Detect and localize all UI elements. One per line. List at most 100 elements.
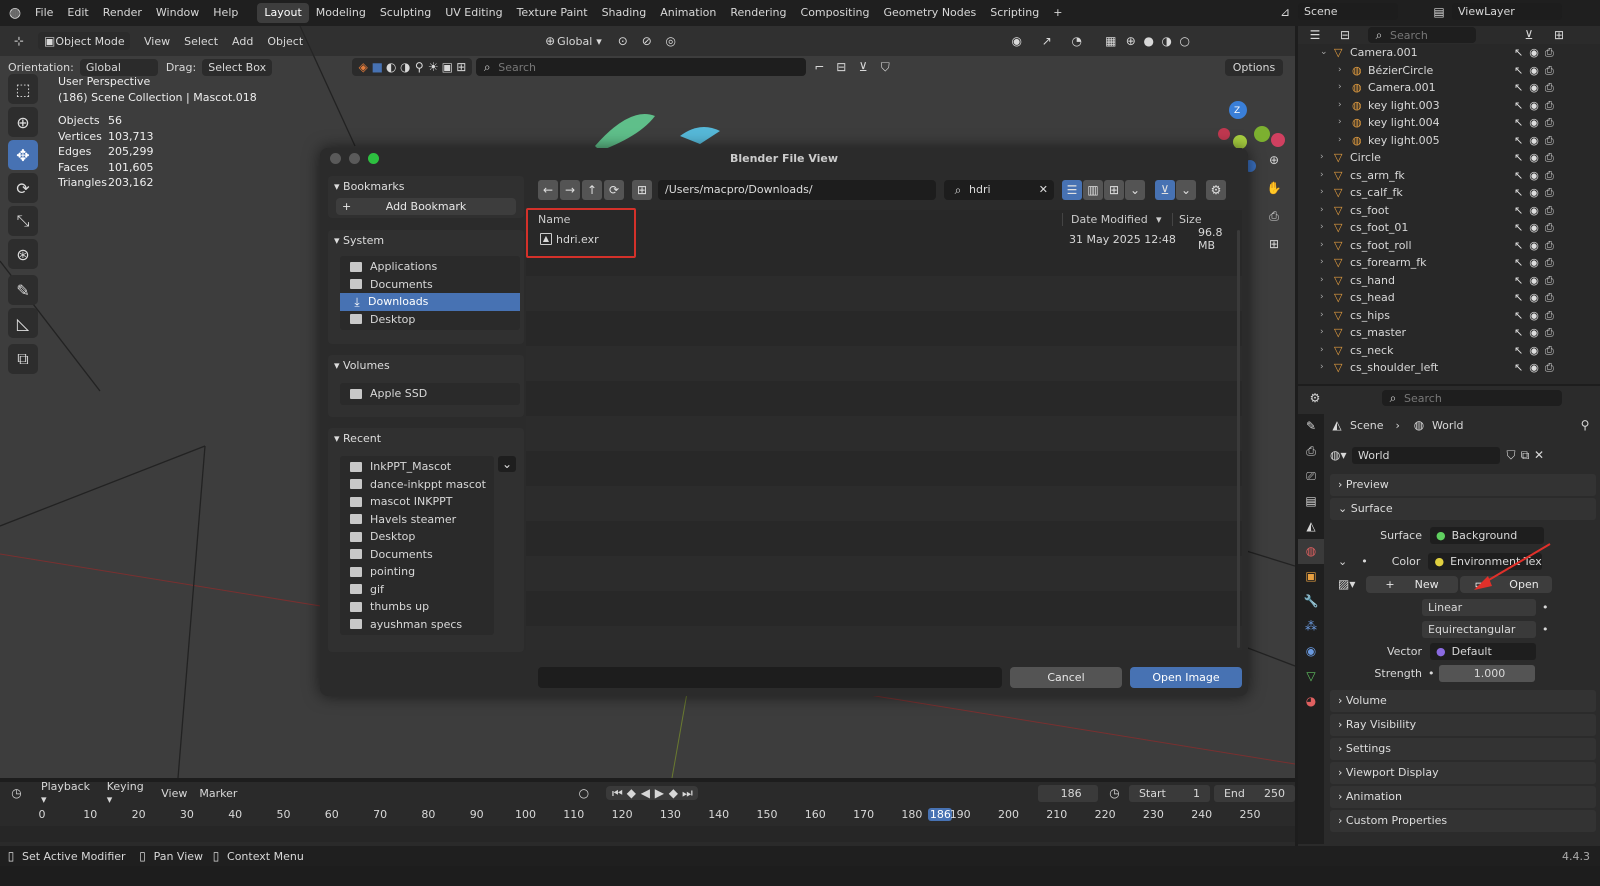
tab-animation[interactable]: Animation bbox=[653, 0, 723, 26]
volume-panel[interactable]: › Volume bbox=[1330, 690, 1596, 712]
modifier-tab-icon[interactable]: 🔧 bbox=[1298, 589, 1324, 614]
outliner-search[interactable]: ⌕ Search bbox=[1368, 27, 1476, 43]
tab-shading[interactable]: Shading bbox=[595, 0, 654, 26]
visibility-toggles-icon[interactable]: ↖◉⎙ bbox=[1514, 79, 1560, 97]
rendered-shading-icon[interactable]: ○ bbox=[1178, 34, 1192, 48]
outliner-filter-icon[interactable]: ⊻ bbox=[1522, 28, 1536, 42]
expand-arrow-icon[interactable]: › bbox=[1320, 167, 1324, 185]
display-list-icon[interactable]: ☰ bbox=[1062, 180, 1082, 200]
editor-type-icon[interactable]: ⊹ bbox=[12, 34, 26, 48]
object-tab-icon[interactable]: ▣ bbox=[1298, 564, 1324, 589]
display-columns-icon[interactable]: ▥ bbox=[1083, 180, 1103, 200]
new-folder-icon[interactable]: ⊞ bbox=[632, 180, 652, 200]
unlink-icon[interactable]: ✕ bbox=[1532, 448, 1546, 462]
visibility-toggles-icon[interactable]: ↖◉⎙ bbox=[1514, 272, 1560, 290]
menu-window[interactable]: Window bbox=[149, 0, 206, 26]
outliner-row[interactable]: › ▽ cs_neck ↖◉⎙ bbox=[1298, 342, 1600, 360]
gizmo-x-neg[interactable] bbox=[1218, 128, 1230, 140]
duplicate-icon[interactable]: ⧉ bbox=[1518, 448, 1532, 462]
zoom-icon[interactable]: ⊕ bbox=[1262, 148, 1286, 172]
outliner-row[interactable]: › ▽ cs_master ↖◉⎙ bbox=[1298, 324, 1600, 342]
filter-options-chevron-icon[interactable]: ⌄ bbox=[1176, 180, 1196, 200]
visibility-toggles-icon[interactable]: ↖◉⎙ bbox=[1514, 324, 1560, 342]
expand-arrow-icon[interactable]: › bbox=[1338, 132, 1342, 150]
cancel-button[interactable]: Cancel bbox=[1010, 667, 1122, 688]
visibility-toggles-icon[interactable]: ↖◉⎙ bbox=[1514, 114, 1560, 132]
viewport-display-panel[interactable]: › Viewport Display bbox=[1330, 762, 1596, 784]
menu-object[interactable]: Object bbox=[267, 35, 303, 48]
system-header[interactable]: ▾ System bbox=[328, 230, 524, 252]
outliner-row[interactable]: › ▽ cs_foot_01 ↖◉⎙ bbox=[1298, 219, 1600, 237]
outliner-row[interactable]: › ▽ cs_foot ↖◉⎙ bbox=[1298, 202, 1600, 220]
world-tab-icon[interactable]: ◍ bbox=[1298, 539, 1324, 564]
forward-arrow-icon[interactable]: → bbox=[560, 180, 580, 200]
select-curve-icon[interactable]: ◐ bbox=[384, 60, 398, 74]
expand-arrow-icon[interactable]: › bbox=[1320, 184, 1324, 202]
tab-texture-paint[interactable]: Texture Paint bbox=[510, 0, 595, 26]
output-tab-icon[interactable]: ⎚ bbox=[1298, 464, 1324, 489]
back-arrow-icon[interactable]: ← bbox=[538, 180, 558, 200]
gizmo-y-neg[interactable] bbox=[1233, 135, 1247, 149]
surface-panel[interactable]: ⌄ Surface bbox=[1330, 498, 1596, 520]
view-layer-tab-icon[interactable]: ▤ bbox=[1298, 489, 1324, 514]
outliner-row[interactable]: ⌄ ▽ Camera.001 ↖◉⎙ bbox=[1298, 44, 1600, 62]
mode-dropdown[interactable]: ▣ Object Mode bbox=[38, 32, 130, 50]
proportional-icon[interactable]: ◎ bbox=[664, 34, 678, 48]
recent-item[interactable]: Desktop bbox=[340, 528, 494, 546]
filename-field[interactable] bbox=[538, 667, 1002, 688]
scale-tool-icon[interactable]: ⤡ bbox=[8, 206, 38, 236]
tab-sculpting[interactable]: Sculpting bbox=[373, 0, 438, 26]
fake-user-shield-icon[interactable]: ⛉ bbox=[1504, 448, 1518, 462]
column-size[interactable]: Size bbox=[1172, 212, 1202, 226]
world-browse-icon[interactable]: ◍▾ bbox=[1330, 448, 1347, 462]
minimize-window-button[interactable] bbox=[349, 153, 360, 164]
visibility-toggles-icon[interactable]: ↖◉⎙ bbox=[1514, 149, 1560, 167]
outliner-row[interactable]: › ▽ cs_forearm_fk ↖◉⎙ bbox=[1298, 254, 1600, 272]
visibility-toggles-icon[interactable]: ↖◉⎙ bbox=[1514, 97, 1560, 115]
record-icon[interactable]: ○ bbox=[577, 786, 590, 800]
preview-panel[interactable]: › Preview bbox=[1330, 474, 1596, 496]
volumes-header[interactable]: ▾ Volumes bbox=[328, 355, 524, 377]
outliner-row[interactable]: › ▽ cs_hand ↖◉⎙ bbox=[1298, 272, 1600, 290]
recent-item[interactable]: dance-inkppt mascot bbox=[340, 476, 494, 494]
pan-hand-icon[interactable]: ✋ bbox=[1262, 176, 1286, 200]
tab-uv-editing[interactable]: UV Editing bbox=[438, 0, 509, 26]
expand-arrow-icon[interactable]: › bbox=[1320, 237, 1324, 255]
tab-compositing[interactable]: Compositing bbox=[794, 0, 877, 26]
bookmarks-header[interactable]: ▾ Bookmarks bbox=[328, 176, 524, 198]
orientation-dropdown[interactable]: Global bbox=[79, 58, 158, 76]
properties-search[interactable]: ⌕ Search bbox=[1382, 390, 1562, 406]
play-icon[interactable]: ▶ bbox=[652, 786, 666, 800]
properties-editor-icon[interactable]: ⚙ bbox=[1308, 391, 1322, 405]
sort-descending-icon[interactable]: ▾ bbox=[1156, 213, 1162, 226]
timeline-view-menu[interactable]: View bbox=[161, 787, 187, 800]
menu-help[interactable]: Help bbox=[206, 0, 245, 26]
filter-toggle-icon[interactable]: ⊻ bbox=[1155, 180, 1175, 200]
tab-scripting[interactable]: Scripting bbox=[983, 0, 1046, 26]
visibility-toggles-icon[interactable]: ↖◉⎙ bbox=[1514, 132, 1560, 150]
visibility-toggles-icon[interactable]: ↖◉⎙ bbox=[1514, 289, 1560, 307]
new-image-button[interactable]: + New bbox=[1366, 575, 1458, 593]
expand-arrow-icon[interactable]: › bbox=[1338, 114, 1342, 132]
frame-ruler[interactable]: 0 10 20 30 40 50 60 70 80 90 100 110 120 130 140 150 160… bbox=[0, 808, 1295, 824]
overlay-icon[interactable]: ◔ bbox=[1070, 34, 1084, 48]
recent-item[interactable]: InkPPT_Mascot bbox=[340, 458, 494, 476]
path-field[interactable]: /Users/macpro/Downloads/ bbox=[658, 180, 936, 200]
visibility-toggles-icon[interactable]: ↖◉⎙ bbox=[1514, 254, 1560, 272]
new-collection-icon[interactable]: ⊞ bbox=[1552, 28, 1566, 42]
recent-item[interactable]: mascot INKPPT bbox=[340, 493, 494, 511]
outliner-row[interactable]: › ▽ cs_arm_fk ↖◉⎙ bbox=[1298, 167, 1600, 185]
breadcrumb-scene[interactable]: Scene bbox=[1350, 419, 1384, 432]
interpolation-dropdown[interactable]: Linear bbox=[1422, 598, 1536, 616]
tab-rendering[interactable]: Rendering bbox=[723, 0, 793, 26]
recent-item[interactable]: Havels steamer bbox=[340, 511, 494, 529]
filter-search-field[interactable]: ⌕ hdri ✕ bbox=[944, 180, 1054, 200]
world-name-field[interactable]: World bbox=[1352, 446, 1500, 464]
outliner-row[interactable]: › ▽ cs_hips ↖◉⎙ bbox=[1298, 307, 1600, 325]
timeline-editor-icon[interactable]: ◷ bbox=[10, 786, 23, 800]
expand-arrow-icon[interactable]: ⌄ bbox=[1320, 44, 1328, 62]
pivot-icon[interactable]: ⊙ bbox=[616, 34, 630, 48]
settings-gear-icon[interactable]: ⚙ bbox=[1206, 180, 1226, 200]
system-item-downloads[interactable]: ⤓ Downloads bbox=[340, 293, 520, 311]
bookmark-icon[interactable]: ⌐ bbox=[812, 60, 826, 74]
